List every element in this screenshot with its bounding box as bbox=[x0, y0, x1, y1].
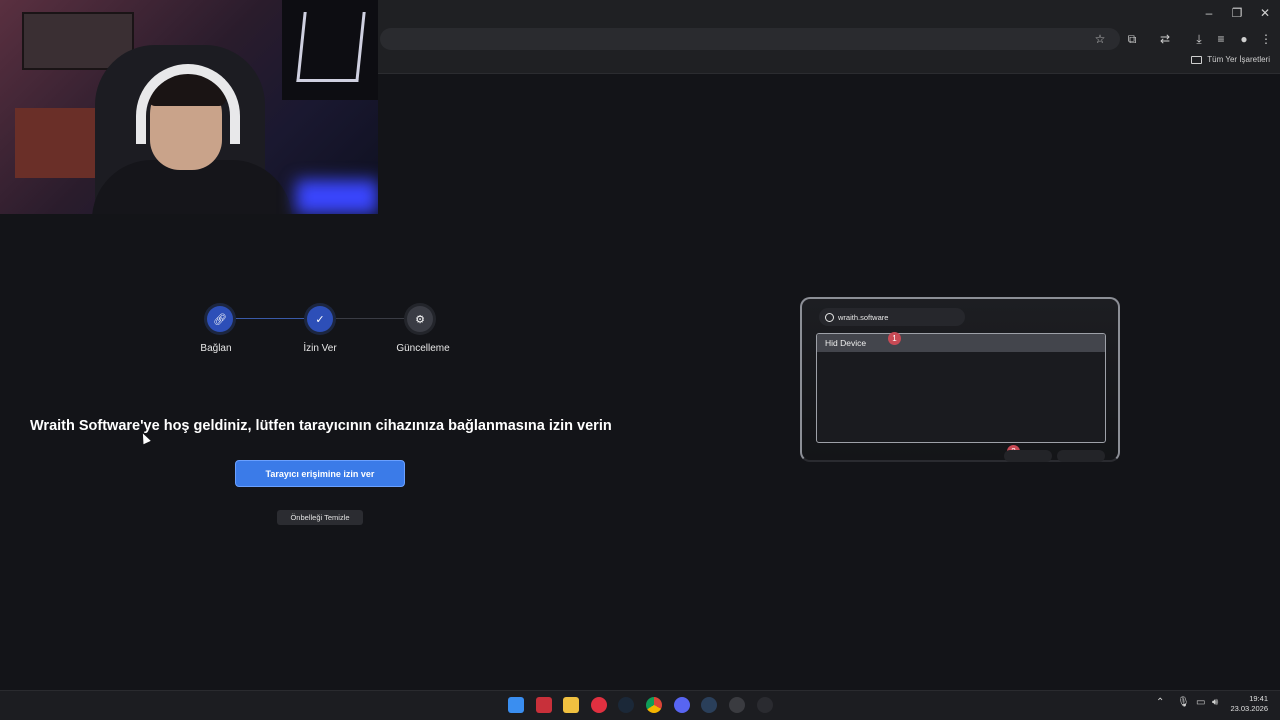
step-badge-1: 1 bbox=[888, 332, 901, 345]
download-icon[interactable]: ⤓ bbox=[1191, 31, 1207, 47]
news-app-icon[interactable] bbox=[536, 697, 552, 713]
all-bookmarks-button[interactable]: Tüm Yer İşaretleri bbox=[1191, 55, 1270, 64]
step-connector-2 bbox=[333, 318, 406, 319]
dialog-origin-text: wraith.software bbox=[838, 312, 889, 322]
device-list-item: Hid Device bbox=[817, 334, 1105, 352]
steam-icon[interactable] bbox=[618, 697, 634, 713]
steam-alt-icon[interactable] bbox=[701, 697, 717, 713]
close-icon[interactable]: ✕ bbox=[1257, 5, 1273, 21]
windows-taskbar bbox=[0, 690, 1280, 720]
profile-avatar-icon[interactable]: ● bbox=[1236, 31, 1252, 47]
step-label-permission: İzin Ver bbox=[303, 343, 337, 354]
bookmark-star-icon[interactable]: ☆ bbox=[1092, 31, 1108, 47]
device-list: Hid Device bbox=[816, 333, 1106, 443]
music-app-icon[interactable] bbox=[591, 697, 607, 713]
taskbar-clock[interactable]: 19:41 23.03.2026 bbox=[1230, 694, 1268, 714]
translate-icon[interactable]: ⇄ bbox=[1157, 31, 1173, 47]
dialog-connect-button-faded bbox=[1004, 450, 1052, 462]
minimize-icon[interactable]: – bbox=[1201, 5, 1217, 21]
network-icon[interactable]: ▭ bbox=[1196, 697, 1205, 708]
webcam-overlay bbox=[0, 0, 378, 214]
webcam-blue-light bbox=[296, 180, 378, 214]
restore-icon[interactable]: ❐ bbox=[1229, 5, 1245, 21]
update-gear-icon: ⚙ bbox=[415, 313, 425, 326]
file-explorer-icon[interactable] bbox=[563, 697, 579, 713]
clock-time: 19:41 bbox=[1249, 694, 1268, 703]
clock-date: 23.03.2026 bbox=[1230, 704, 1268, 713]
welcome-heading: Wraith Software'ye hoş geldiniz, lütfen … bbox=[30, 418, 612, 434]
extensions-icon[interactable]: ⧉ bbox=[1124, 31, 1140, 47]
webcam-shelf bbox=[15, 108, 95, 178]
microphone-icon[interactable]: 🎙︎ bbox=[1177, 697, 1190, 708]
device-picker-preview: wraith.software Hid Device 1 2 bbox=[800, 297, 1120, 462]
discord-icon[interactable] bbox=[674, 697, 690, 713]
tray-overflow-icon[interactable]: ⌃ bbox=[1156, 697, 1164, 708]
windows-start-icon[interactable] bbox=[508, 697, 524, 713]
dialog-origin-pill: wraith.software bbox=[819, 308, 965, 326]
folder-icon bbox=[1191, 55, 1203, 64]
address-bar[interactable] bbox=[380, 28, 1120, 50]
browser-menu-icon[interactable]: ⋮ bbox=[1258, 31, 1274, 47]
step-label-update: Güncelleme bbox=[396, 343, 450, 354]
step-label-connect: Bağlan bbox=[200, 343, 232, 354]
step-connector-1 bbox=[233, 318, 306, 319]
logitech-g-icon[interactable] bbox=[757, 697, 773, 713]
clear-cache-button[interactable]: Önbelleği Temizle bbox=[277, 510, 363, 525]
media-controls-icon[interactable]: ≡ bbox=[1213, 31, 1229, 47]
volume-icon[interactable]: 🔊︎ bbox=[1212, 697, 1218, 708]
step-permission: ✓ bbox=[307, 306, 333, 332]
checkmark-icon: ✓ bbox=[315, 313, 325, 326]
chrome-icon[interactable] bbox=[646, 697, 662, 713]
ea-app-icon[interactable] bbox=[729, 697, 745, 713]
all-bookmarks-label: Tüm Yer İşaretleri bbox=[1207, 55, 1270, 64]
site-icon bbox=[825, 312, 834, 322]
allow-browser-access-button[interactable]: Tarayıcı erişimine izin ver bbox=[235, 460, 405, 487]
step-connect: 🔗︎ bbox=[207, 306, 233, 332]
step-update: ⚙ bbox=[407, 306, 433, 332]
webcam-banner-logo bbox=[296, 12, 366, 82]
link-icon: 🔗︎ bbox=[213, 313, 227, 326]
dialog-cancel-button-faded bbox=[1057, 450, 1105, 462]
